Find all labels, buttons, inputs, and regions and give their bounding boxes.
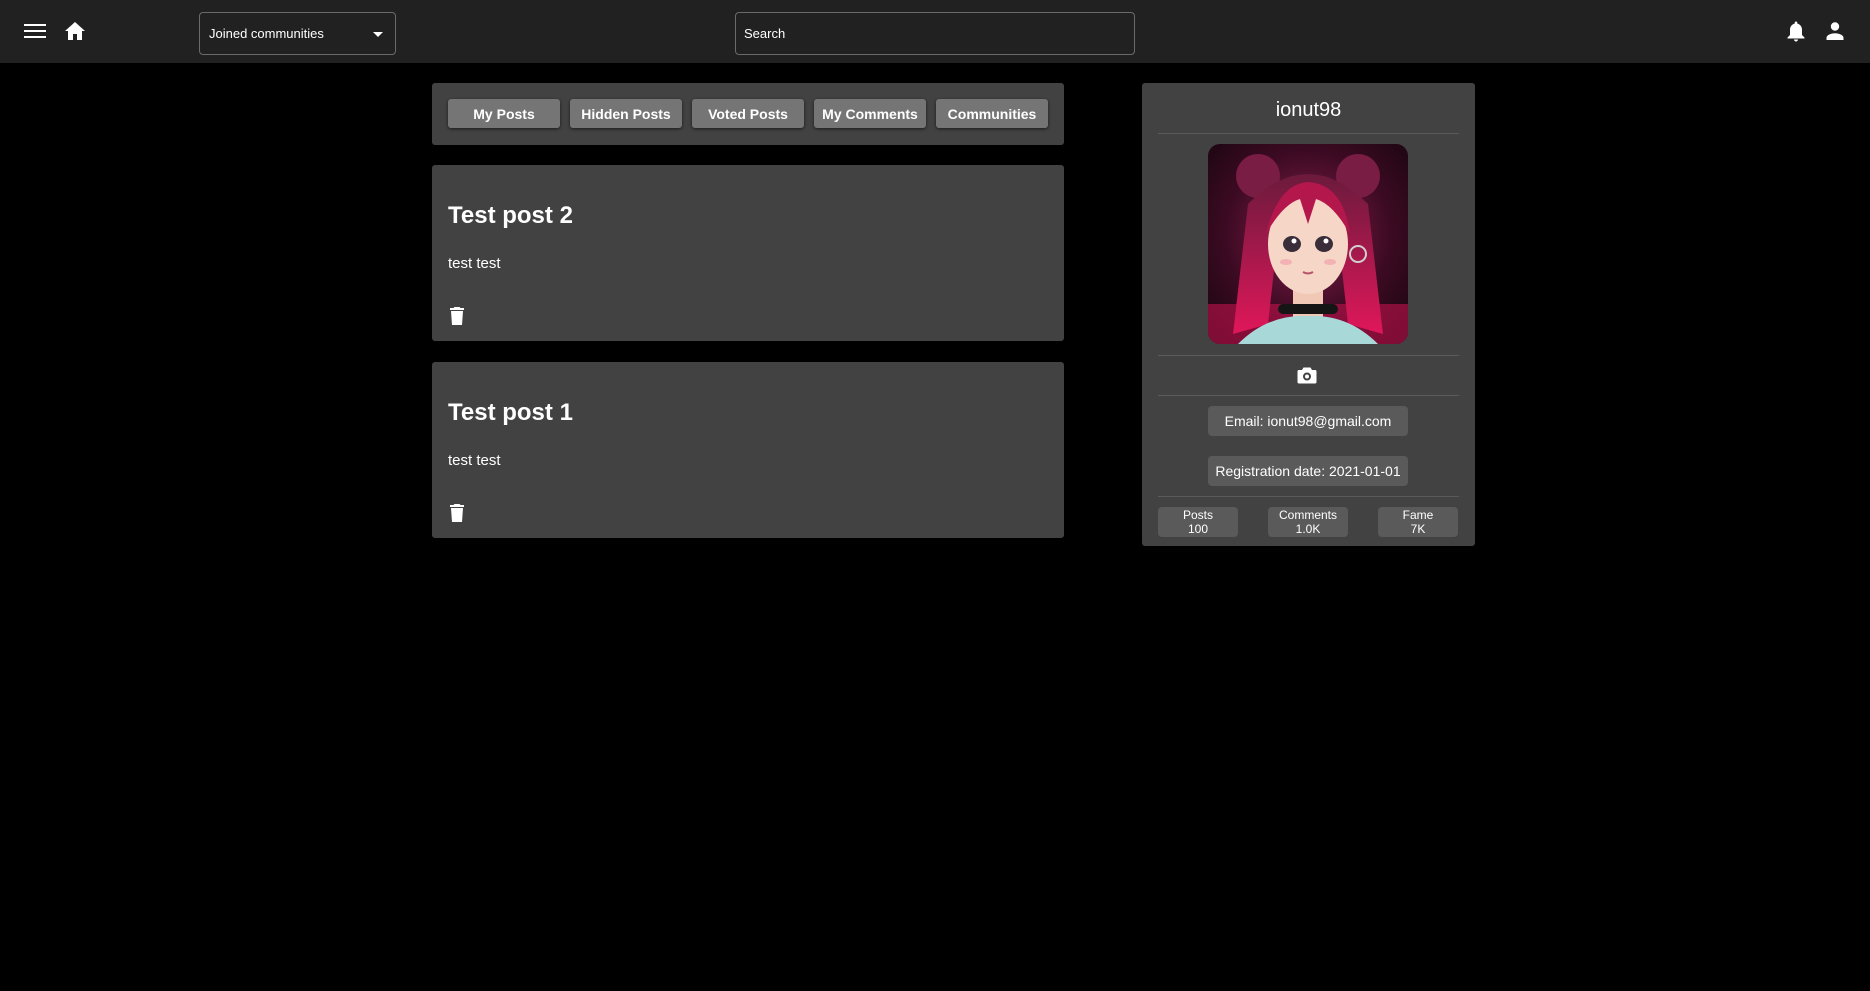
stat-value: 7K: [1410, 522, 1426, 536]
chevron-down-icon: [373, 32, 383, 37]
stat-label: Posts: [1182, 508, 1213, 522]
profile-tabs: My Posts Hidden Posts Voted Posts My Com…: [432, 83, 1064, 145]
tab-hidden-posts[interactable]: Hidden Posts: [570, 99, 682, 128]
stat-label: Comments: [1278, 508, 1337, 522]
post-card[interactable]: Test post 2 test test: [432, 165, 1064, 341]
tab-communities[interactable]: Communities: [936, 99, 1048, 128]
person-icon[interactable]: [1822, 18, 1848, 44]
stat-comments: Comments 1.0K: [1268, 507, 1348, 537]
post-title: Test post 2: [448, 202, 573, 229]
post-title: Test post 1: [448, 399, 573, 426]
search-placeholder: Search: [744, 26, 786, 41]
tab-my-posts[interactable]: My Posts: [448, 99, 560, 128]
stat-fame: Fame 7K: [1378, 507, 1458, 537]
profile-card: ionut98 Email: ionut98@gmail.com Registr…: [1142, 83, 1475, 546]
divider: [1158, 355, 1459, 356]
trash-icon[interactable]: [450, 504, 464, 527]
bell-icon[interactable]: [1783, 18, 1809, 44]
tab-my-comments[interactable]: My Comments: [814, 99, 926, 128]
tab-voted-posts[interactable]: Voted Posts: [692, 99, 804, 128]
trash-icon[interactable]: [450, 307, 464, 330]
community-select-value: Joined communities: [209, 26, 324, 41]
stat-value: 100: [1187, 522, 1209, 536]
divider: [1158, 133, 1459, 134]
stat-posts: Posts 100: [1158, 507, 1238, 537]
profile-username: ionut98: [1275, 99, 1342, 121]
post-card[interactable]: Test post 1 test test: [432, 362, 1064, 538]
stat-value: 1.0K: [1295, 522, 1321, 536]
registration-date-badge: Registration date: 2021-01-01: [1208, 456, 1408, 486]
divider: [1158, 395, 1459, 396]
home-icon[interactable]: [62, 18, 88, 44]
stat-label: Fame: [1402, 508, 1434, 522]
post-body: test test: [448, 452, 501, 469]
top-app-bar: Joined communities Search: [0, 0, 1870, 63]
post-body: test test: [448, 255, 501, 272]
avatar: [1208, 144, 1408, 344]
search-input[interactable]: Search: [735, 12, 1135, 55]
camera-icon[interactable]: [1297, 367, 1317, 389]
email-badge: Email: ionut98@gmail.com: [1208, 406, 1408, 436]
menu-icon[interactable]: [22, 18, 48, 44]
divider: [1158, 496, 1459, 497]
community-select[interactable]: Joined communities: [199, 12, 396, 55]
